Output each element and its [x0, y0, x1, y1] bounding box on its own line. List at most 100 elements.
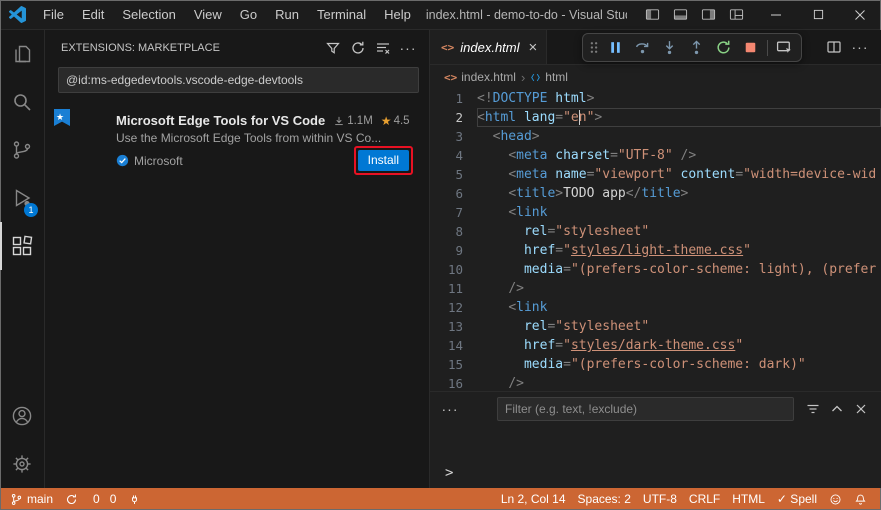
menu-selection[interactable]: Selection: [113, 0, 184, 30]
editor-more-actions-icon[interactable]: ···: [849, 36, 871, 58]
line-content: href="styles/dark-theme.css": [523, 338, 744, 353]
split-editor-icon[interactable]: [823, 36, 845, 58]
panel-collapse-icon[interactable]: [826, 398, 848, 420]
minimize-button[interactable]: [755, 0, 797, 30]
html-file-icon: <>: [441, 40, 455, 54]
tab-close-icon[interactable]: ×: [529, 40, 538, 55]
tab-index-html[interactable]: <> index.html ×: [430, 30, 548, 64]
search-icon[interactable]: [0, 78, 44, 126]
line-number: 1: [455, 91, 463, 106]
code-line-3[interactable]: 3 <head>: [430, 127, 881, 146]
panel-more-tabs-icon[interactable]: ···: [439, 398, 461, 420]
code-line-4[interactable]: 4 <meta charset="UTF-8" />: [430, 146, 881, 165]
panel-toolbar: ···: [430, 392, 881, 424]
sidebar-title: EXTENSIONS: MARKETPLACE: [61, 41, 220, 54]
menu-terminal[interactable]: Terminal: [308, 0, 375, 30]
drag-grip-icon[interactable]: [587, 36, 601, 60]
menu-edit[interactable]: Edit: [73, 0, 113, 30]
extensions-search-box: [58, 67, 419, 93]
verified-publisher-icon: [116, 154, 129, 167]
code-line-9[interactable]: 9 href="styles/light-theme.css": [430, 241, 881, 260]
code-line-14[interactable]: 14 href="styles/dark-theme.css": [430, 336, 881, 355]
toggle-secondary-sidebar-icon[interactable]: [695, 3, 721, 27]
statusbar-debug-connect-icon[interactable]: [122, 488, 147, 510]
statusbar-sync-icon[interactable]: [59, 488, 84, 510]
line-number: 10: [447, 262, 463, 277]
console-filter-input[interactable]: [498, 402, 793, 416]
step-out-icon[interactable]: [684, 36, 709, 60]
console-input-row[interactable]: >: [430, 465, 881, 488]
code-line-15[interactable]: 15 media="(prefers-color-scheme: dark)": [430, 355, 881, 374]
stop-icon[interactable]: [738, 36, 763, 60]
statusbar-indentation[interactable]: Spaces: 2: [572, 488, 637, 510]
debug-console-panel: ··· >: [430, 391, 881, 488]
extension-list-item[interactable]: ★ Microsoft Edge Tools for VS Code 1.1M …: [45, 103, 429, 181]
code-line-1[interactable]: 1 <!DOCTYPE html>: [430, 89, 881, 108]
close-button[interactable]: [839, 0, 881, 30]
panel-close-icon[interactable]: [850, 398, 872, 420]
code-line-13[interactable]: 13 rel="stylesheet": [430, 317, 881, 336]
customize-layout-icon[interactable]: [723, 3, 749, 27]
step-over-icon[interactable]: [630, 36, 655, 60]
statusbar-branch[interactable]: main: [4, 488, 59, 510]
refresh-icon[interactable]: [347, 37, 369, 59]
statusbar-spell-checker[interactable]: ✓ Spell: [771, 488, 823, 510]
code-line-6[interactable]: 6 <title>TODO app</title>: [430, 184, 881, 203]
activity-bar-spacer: [0, 270, 44, 392]
toggle-primary-sidebar-icon[interactable]: [639, 3, 665, 27]
install-button[interactable]: Install: [357, 150, 409, 171]
notifications-bell-icon[interactable]: [848, 488, 873, 510]
pause-icon[interactable]: [603, 36, 628, 60]
statusbar-eol[interactable]: CRLF: [683, 488, 726, 510]
line-number: 13: [447, 319, 463, 334]
line-content: <meta charset="UTF-8" />: [508, 148, 697, 163]
filter-funnel-icon[interactable]: [322, 37, 344, 59]
menu-run[interactable]: Run: [266, 0, 308, 30]
settings-gear-icon[interactable]: [0, 440, 44, 488]
step-into-icon[interactable]: [657, 36, 682, 60]
code-line-16[interactable]: 16 />: [430, 374, 881, 391]
code-area[interactable]: 1 <!DOCTYPE html> 2 <html lang="en"> 3 <head…: [430, 89, 881, 391]
statusbar-problems[interactable]: 0 0: [84, 492, 122, 506]
breadcrumb-file[interactable]: <> index.html: [444, 70, 516, 84]
window-controls: [755, 0, 881, 30]
account-icon[interactable]: [0, 392, 44, 440]
tab-label: index.html: [460, 39, 520, 55]
more-actions-icon[interactable]: ···: [397, 37, 419, 59]
menu-file[interactable]: File: [34, 0, 73, 30]
line-content: <!DOCTYPE html>: [477, 91, 595, 106]
extensions-icon[interactable]: [0, 222, 44, 270]
title-bar: File Edit Selection View Go Run Terminal Help i…: [0, 0, 881, 30]
code-line-12[interactable]: 12 <link: [430, 298, 881, 317]
maximize-button[interactable]: [797, 0, 839, 30]
explorer-icon[interactable]: [0, 30, 44, 78]
featured-star-badge-icon: ★: [54, 109, 70, 126]
panel-filter-icon[interactable]: [802, 398, 824, 420]
feedback-icon[interactable]: [823, 488, 848, 510]
console-filter-box: [497, 397, 794, 421]
restart-icon[interactable]: [711, 36, 736, 60]
code-line-8[interactable]: 8 rel="stylesheet": [430, 222, 881, 241]
run-and-debug-icon[interactable]: 1: [0, 174, 44, 222]
line-number: 9: [455, 243, 463, 258]
clear-search-results-icon[interactable]: [372, 37, 394, 59]
statusbar-cursor-position[interactable]: Ln 2, Col 14: [495, 488, 572, 510]
inspect-icon[interactable]: [772, 36, 797, 60]
code-line-10[interactable]: 10 media="(prefers-color-scheme: light),…: [430, 260, 881, 279]
statusbar-language-mode[interactable]: HTML: [726, 488, 771, 510]
code-line-7[interactable]: 7 <link: [430, 203, 881, 222]
menu-go[interactable]: Go: [231, 0, 266, 30]
status-bar: main 0 0 Ln 2, Col 14 Spaces: 2 UTF-8 CRLF H…: [0, 488, 881, 510]
statusbar-encoding[interactable]: UTF-8: [637, 488, 683, 510]
breadcrumb-symbol[interactable]: html: [530, 70, 568, 84]
code-line-2[interactable]: 2 <html lang="en">: [430, 108, 881, 127]
toggle-panel-icon[interactable]: [667, 3, 693, 27]
extensions-search-input[interactable]: [59, 73, 418, 87]
menu-view[interactable]: View: [185, 0, 231, 30]
menu-help[interactable]: Help: [375, 0, 420, 30]
code-line-11[interactable]: 11 />: [430, 279, 881, 298]
code-line-5[interactable]: 5 <meta name="viewport" content="width=d…: [430, 165, 881, 184]
source-control-icon[interactable]: [0, 126, 44, 174]
star-icon: ★: [380, 113, 392, 128]
activity-bar: 1: [0, 30, 45, 488]
